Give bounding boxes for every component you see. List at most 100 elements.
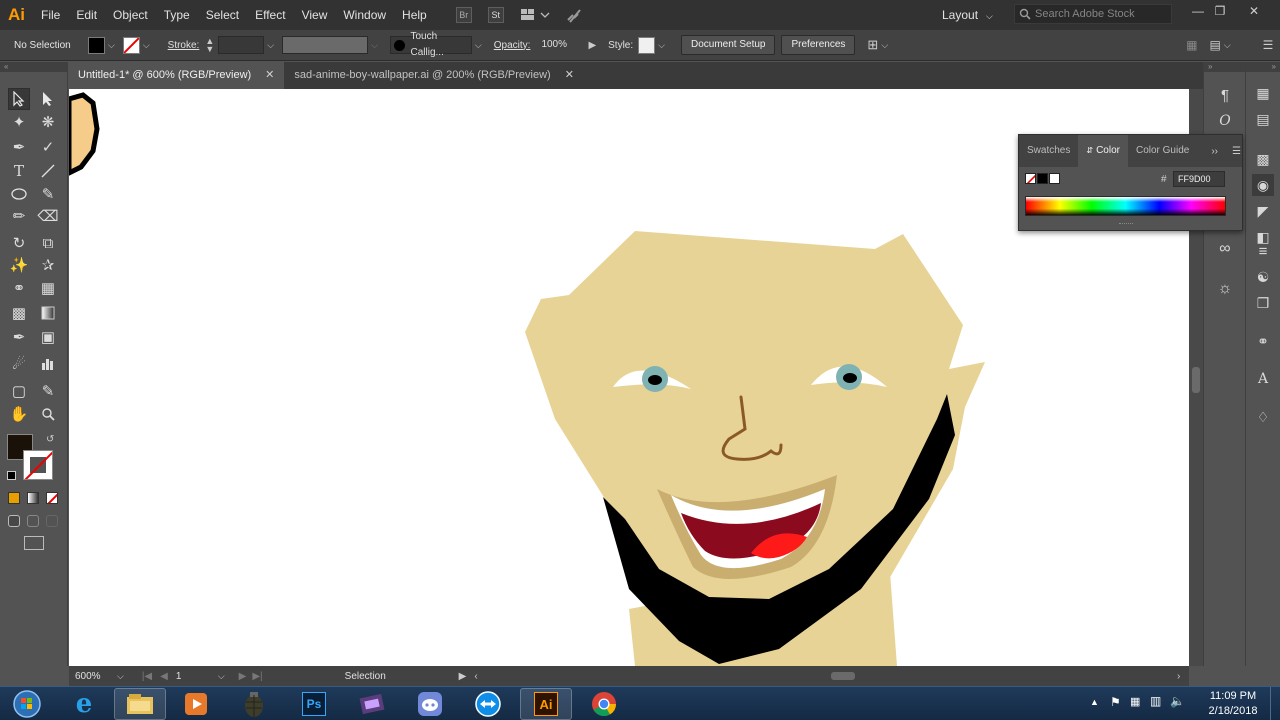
tab-untitled-1[interactable]: Untitled-1* @ 600% (RGB/Preview) ✕ xyxy=(68,62,285,89)
stock-button[interactable]: St xyxy=(485,6,507,24)
start-button[interactable] xyxy=(0,688,54,720)
chevron-right-icon[interactable]: ▶ xyxy=(588,40,596,51)
taskbar-discord[interactable] xyxy=(404,688,456,720)
tab-color-guide[interactable]: Color Guide xyxy=(1128,135,1197,167)
zoom-level[interactable]: 600% xyxy=(69,671,117,682)
system-clock[interactable]: 11:09 PM 2/18/2018 xyxy=(1200,689,1266,719)
none-mode-button[interactable] xyxy=(46,492,58,504)
flag-icon[interactable]: ⚑ xyxy=(1110,695,1121,709)
draw-behind-icon[interactable] xyxy=(27,515,39,527)
type-tool[interactable]: T xyxy=(8,160,30,182)
stroke-label[interactable]: Stroke: xyxy=(168,40,200,51)
rotate-tool[interactable]: ↻ xyxy=(8,232,30,254)
perspective-grid-tool[interactable]: ▦ xyxy=(37,277,59,299)
white-swatch[interactable] xyxy=(1049,173,1060,184)
curvature-tool[interactable]: ✓ xyxy=(37,136,59,158)
chevron-down-icon[interactable]: ⌵ xyxy=(1224,40,1231,51)
chevron-down-icon[interactable]: ⌵ xyxy=(117,671,124,682)
taskbar-chrome[interactable] xyxy=(578,688,630,720)
menu-select[interactable]: Select xyxy=(198,0,247,30)
paintbrush-tool[interactable]: ✎ xyxy=(37,183,59,205)
volume-icon[interactable]: 🔈 xyxy=(1170,694,1185,708)
transform-panel-icon[interactable]: ▦ xyxy=(1252,82,1274,104)
chevron-down-icon[interactable]: ⌵ xyxy=(475,40,482,51)
arrange-documents-button[interactable] xyxy=(517,6,553,24)
scroll-right-icon[interactable]: › xyxy=(1177,671,1180,682)
character-panel-icon[interactable]: A xyxy=(1252,368,1274,390)
default-colors-icon[interactable] xyxy=(7,471,16,480)
show-desktop-button[interactable] xyxy=(1270,687,1280,720)
bridge-button[interactable]: Br xyxy=(453,6,475,24)
direct-selection-tool[interactable] xyxy=(37,88,59,110)
close-icon[interactable]: ✕ xyxy=(265,62,274,89)
scroll-left-icon[interactable]: ‹ xyxy=(474,671,477,682)
graphic-style-swatch[interactable] xyxy=(638,36,656,54)
swap-fill-stroke-icon[interactable]: ↺ xyxy=(46,434,54,445)
pen-tool[interactable]: ✒ xyxy=(8,136,30,158)
first-artboard-icon[interactable]: |◀ xyxy=(142,671,152,682)
menu-icon[interactable]: ☰ xyxy=(1263,38,1274,52)
mesh-tool[interactable]: ▩ xyxy=(8,302,30,324)
opentype-panel-icon[interactable]: O xyxy=(1214,110,1236,132)
arrange-icon[interactable]: ▦ xyxy=(1186,38,1197,52)
opacity-field[interactable]: 100% xyxy=(536,36,585,54)
ellipse-tool[interactable] xyxy=(8,183,30,205)
swatch-panel-icon[interactable]: ▩ xyxy=(1252,148,1274,170)
zoom-tool[interactable] xyxy=(37,403,59,425)
chevron-down-icon[interactable]: ⌵ xyxy=(881,40,888,51)
color-panel-icon[interactable]: ◉ xyxy=(1252,174,1274,196)
line-segment-tool[interactable] xyxy=(37,160,59,182)
status-menu-arrow-icon[interactable]: ▶ xyxy=(459,671,467,682)
previous-artboard-icon[interactable]: ◀ xyxy=(160,671,168,682)
close-icon[interactable]: ✕ xyxy=(565,62,574,89)
document-setup-button[interactable]: Document Setup xyxy=(680,35,776,55)
menu-edit[interactable]: Edit xyxy=(68,0,105,30)
minimize-button[interactable]: — xyxy=(1186,4,1210,20)
stock-search-input[interactable] xyxy=(1035,8,1165,20)
layers-panel-icon[interactable]: ♢ xyxy=(1252,406,1274,428)
symbols-panel-icon[interactable]: ☯ xyxy=(1252,266,1274,288)
artboard-number[interactable]: 1 xyxy=(176,671,218,682)
opacity-label[interactable]: Opacity: xyxy=(494,40,531,51)
taskbar-media-player[interactable] xyxy=(170,688,222,720)
chevron-down-icon[interactable]: ⌵ xyxy=(658,40,665,51)
taskbar-video-editor[interactable] xyxy=(346,688,398,720)
menu-object[interactable]: Object xyxy=(105,0,156,30)
menu-view[interactable]: View xyxy=(294,0,336,30)
black-swatch[interactable] xyxy=(1037,173,1048,184)
workspace-switcher[interactable]: Layout ⌵ xyxy=(942,0,993,30)
shaper-tool[interactable]: ✏ xyxy=(8,205,30,227)
preferences-button[interactable]: Preferences xyxy=(781,35,856,55)
color-spectrum[interactable] xyxy=(1025,196,1226,216)
hand-tool[interactable]: ✋ xyxy=(8,403,30,425)
column-graph-tool[interactable] xyxy=(37,353,59,375)
stroke-stepper[interactable]: ▲ ▼ xyxy=(205,37,214,54)
menu-file[interactable]: File xyxy=(33,0,68,30)
chevron-down-icon[interactable]: ⌵ xyxy=(108,40,115,51)
links-panel-icon[interactable]: ∞ xyxy=(1214,238,1236,260)
stroke-panel-icon[interactable]: ◤ xyxy=(1252,200,1274,222)
restore-button[interactable]: ❐ xyxy=(1208,4,1232,20)
blend-tool[interactable]: ▣ xyxy=(37,326,59,348)
network-icon[interactable]: ▥ xyxy=(1150,694,1161,708)
brush-definition[interactable]: Touch Callig... xyxy=(389,31,472,58)
scroll-thumb[interactable] xyxy=(1192,367,1200,393)
stroke-weight-field[interactable] xyxy=(218,36,265,54)
tab-swatches[interactable]: Swatches xyxy=(1019,135,1078,167)
panel-collapse-icon[interactable]: « xyxy=(0,62,67,72)
symbol-sprayer-tool[interactable]: ☄ xyxy=(8,353,30,375)
stock-search-box[interactable] xyxy=(1014,4,1172,24)
close-window-button[interactable]: ✕ xyxy=(1242,4,1266,20)
show-hidden-icons[interactable]: ▲ xyxy=(1090,697,1099,707)
chevron-down-icon[interactable]: ⌵ xyxy=(143,40,150,51)
menu-help[interactable]: Help xyxy=(394,0,435,30)
gradient-mode-button[interactable] xyxy=(27,492,39,504)
menu-type[interactable]: Type xyxy=(156,0,198,30)
hex-input[interactable]: FF9D00 xyxy=(1173,171,1225,187)
artboards-panel-icon[interactable]: ❐ xyxy=(1252,292,1274,314)
resize-grip[interactable] xyxy=(1119,223,1133,226)
align-icon[interactable]: ⊞ xyxy=(867,37,878,53)
width-tool[interactable]: ✨ xyxy=(8,254,30,276)
panel-options-icon[interactable]: ▤ xyxy=(1209,38,1220,52)
stroke-color-box[interactable] xyxy=(23,450,53,480)
